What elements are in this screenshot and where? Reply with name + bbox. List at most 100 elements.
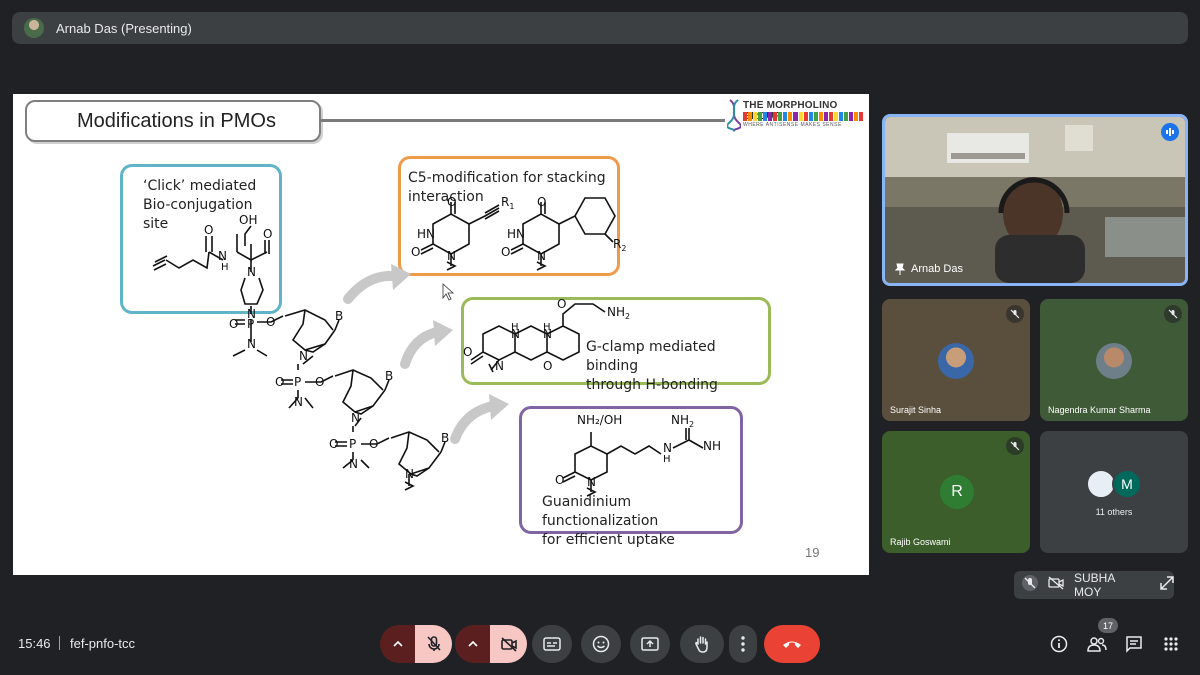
meeting-details-button[interactable]	[1048, 633, 1070, 655]
label-p3: P	[349, 437, 356, 451]
label-h-guan: H	[663, 454, 671, 465]
mic-off-icon	[1006, 305, 1024, 323]
audio-indicator-icon	[1161, 123, 1179, 141]
label-nh-guan: NH	[703, 439, 721, 453]
participant-tile-rajib[interactable]: R Rajib Goswami	[882, 431, 1030, 553]
label-o-ser: O	[263, 227, 272, 241]
label-o-cyt: O	[555, 473, 564, 487]
label-r2: R2	[613, 237, 626, 253]
label-o-p1b: O	[266, 315, 275, 329]
label-hn-u1: HN	[417, 227, 435, 241]
label-n-gc1: N	[511, 327, 520, 341]
label-r1: R1	[501, 195, 514, 211]
cam-off-icon[interactable]	[1048, 576, 1064, 595]
camera-options-chevron-icon[interactable]	[455, 625, 490, 663]
nh2-gc-sub: 2	[625, 312, 630, 321]
label-o-u1: O	[447, 195, 456, 209]
camera-control	[455, 625, 527, 663]
activities-button[interactable]	[1160, 633, 1182, 655]
label-b2: B	[385, 369, 393, 383]
label-nh2oh: NH₂/OH	[577, 413, 622, 427]
participant-tile-surajit[interactable]: Surajit Sinha	[882, 299, 1030, 421]
r1-sub: 1	[509, 202, 514, 211]
mic-off-button[interactable]	[415, 625, 452, 663]
avatar-initial: M	[1112, 469, 1142, 499]
shared-slide: Modifications in PMOs THE MORPHOLINO GRO…	[13, 94, 869, 575]
label-o-p3b: O	[369, 437, 378, 451]
slide-page-number: 19	[805, 545, 820, 560]
captions-button[interactable]	[532, 625, 572, 663]
label-n-u2: N	[537, 249, 546, 263]
mic-control	[380, 625, 452, 663]
raise-hand-button[interactable]	[680, 625, 724, 663]
presenter-avatar	[24, 18, 44, 38]
chat-button[interactable]	[1123, 633, 1145, 655]
label-n-m3: N	[405, 467, 414, 481]
chemical-structures: OH N H O O N N O P O N B N O P O N B N O	[152, 195, 721, 497]
emoji-reactions-button[interactable]	[581, 625, 621, 663]
participant-name: Rajib Goswami	[890, 537, 951, 547]
label-n-cyt: N	[587, 475, 596, 489]
label-o-amide: O	[204, 223, 213, 237]
participant-tile-nagendra[interactable]: Nagendra Kumar Sharma	[1040, 299, 1188, 421]
avatar	[1096, 343, 1132, 379]
speaker-video	[885, 117, 1185, 283]
captions-icon	[543, 637, 561, 651]
label-o-p2: O	[275, 375, 284, 389]
label-n-gc2: N	[543, 327, 552, 341]
label-o2-u1: O	[411, 245, 420, 259]
present-icon	[641, 637, 659, 651]
r2-sub: 2	[621, 244, 626, 253]
mic-off-icon[interactable]	[1022, 574, 1038, 596]
activities-icon	[1164, 637, 1178, 651]
more-options-button[interactable]	[729, 625, 757, 663]
label-p2: P	[294, 375, 301, 389]
avatar	[938, 343, 974, 379]
label-n-gc3: N	[495, 359, 504, 373]
avatar-initial: R	[940, 475, 974, 509]
label-n-amide: N	[218, 249, 227, 263]
raise-hand-icon	[695, 636, 708, 653]
label-o-p3: O	[329, 437, 338, 451]
label-h-amide: H	[221, 262, 229, 273]
label-o-p2b: O	[315, 375, 324, 389]
cam-off-icon	[500, 637, 517, 652]
nh2-guan-sub: 2	[689, 420, 694, 429]
label-o-gc: O	[557, 297, 566, 311]
presenter-bar[interactable]: Arnab Das (Presenting)	[12, 12, 1188, 44]
label-oh: OH	[239, 213, 257, 227]
camera-off-button[interactable]	[490, 625, 527, 663]
label-n-p1: N	[247, 337, 256, 351]
divider	[59, 636, 60, 650]
present-screen-button[interactable]	[630, 625, 670, 663]
label-n-m1: N	[299, 349, 308, 363]
nh2-gc-text: NH	[607, 305, 625, 319]
people-button[interactable]	[1086, 633, 1108, 655]
mic-off-icon	[426, 636, 441, 651]
label-b3: B	[441, 431, 449, 445]
end-call-button[interactable]	[764, 625, 820, 663]
pin-icon	[895, 263, 905, 275]
expand-icon[interactable]	[1160, 575, 1174, 595]
mic-options-chevron-icon[interactable]	[380, 625, 415, 663]
r1-text: R	[501, 195, 509, 209]
end-call-icon	[783, 641, 801, 648]
meet-window: Arnab Das (Presenting) Modifications in …	[0, 0, 1200, 675]
mic-off-icon	[1006, 437, 1024, 455]
label-n-pip1: N	[247, 265, 256, 279]
self-view-bar[interactable]: SUBHA MOY	[1014, 571, 1174, 599]
label-hn-u2: HN	[507, 227, 525, 241]
speaker-tile-main[interactable]: Arnab Das	[882, 114, 1188, 286]
label-o-gc3: O	[543, 359, 552, 373]
speaker-name-label: Arnab Das	[895, 263, 963, 275]
others-count: 11 others	[1095, 507, 1133, 517]
label-n-m2: N	[351, 411, 360, 425]
label-nh2-gc: NH2	[607, 305, 630, 321]
participant-name: Surajit Sinha	[890, 405, 942, 415]
label-o-p1: O	[229, 317, 238, 331]
others-tile[interactable]: M 11 others	[1040, 431, 1188, 553]
label-n-p2: N	[294, 395, 303, 409]
nh2-guan-text: NH	[671, 413, 689, 427]
meeting-code: fef-pnfo-tcc	[70, 636, 136, 651]
label-p1: P	[247, 317, 254, 331]
